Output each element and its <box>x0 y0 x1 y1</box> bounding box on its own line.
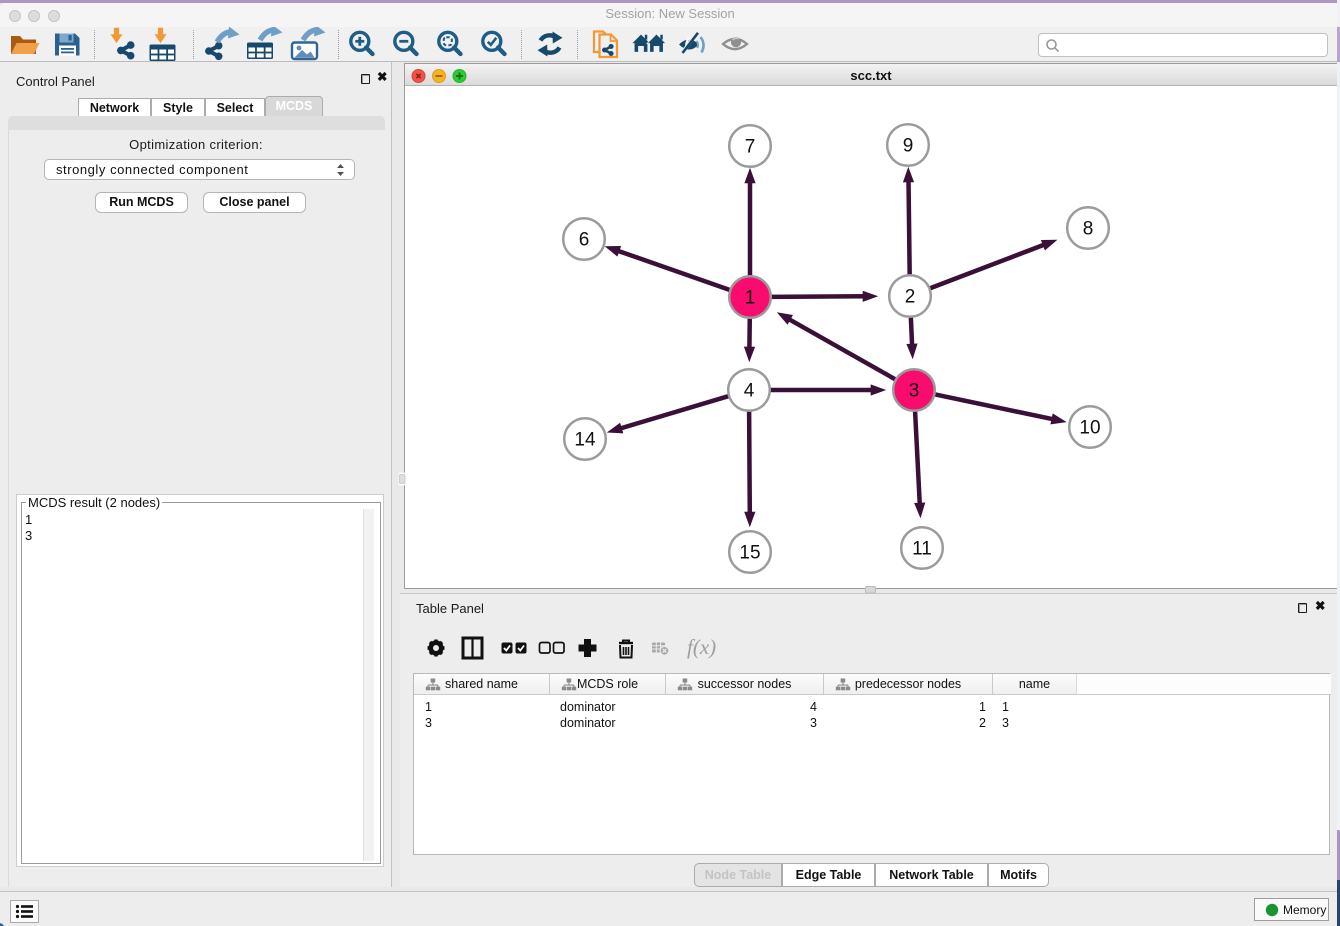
svg-text:10: 10 <box>1079 418 1100 439</box>
svg-text:8: 8 <box>1083 219 1094 240</box>
svg-text:15: 15 <box>739 543 760 564</box>
svg-text:9: 9 <box>903 136 914 157</box>
svg-text:3: 3 <box>909 381 920 402</box>
svg-text:2: 2 <box>905 287 916 308</box>
svg-text:1: 1 <box>745 288 756 309</box>
svg-text:f(x): f(x) <box>687 635 716 659</box>
svg-text:6: 6 <box>579 230 590 251</box>
svg-text:7: 7 <box>745 137 756 158</box>
svg-text:14: 14 <box>574 430 596 451</box>
svg-text:11: 11 <box>912 539 932 560</box>
svg-text:4: 4 <box>744 381 755 402</box>
